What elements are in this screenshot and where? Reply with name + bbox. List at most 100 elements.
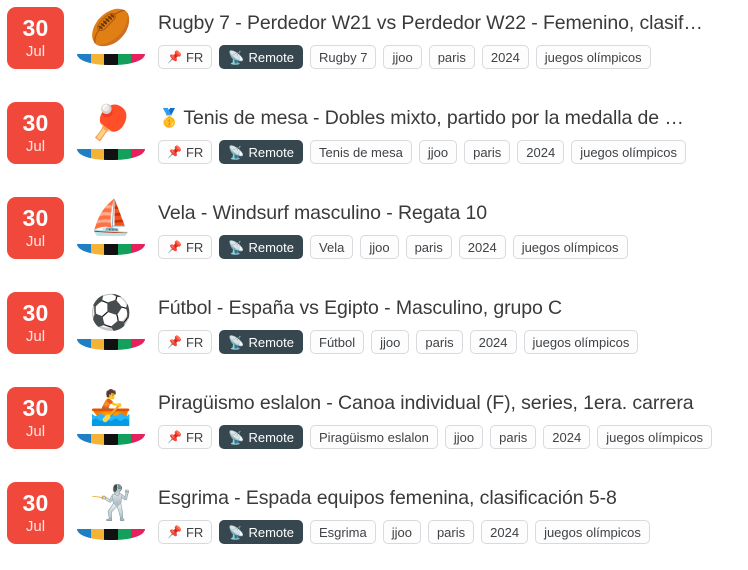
event-main: Rugby 7 - Perdedor W21 vs Perdedor W22 -… — [158, 6, 748, 69]
tag-remote[interactable]: 📡 Remote — [219, 425, 304, 449]
tag-country-label: FR — [185, 334, 204, 350]
date-day: 30 — [22, 300, 49, 326]
date-month: Jul — [25, 423, 46, 440]
pushpin-icon: 📌 — [167, 525, 182, 539]
olympic-bar-green — [117, 434, 132, 445]
tag-remote[interactable]: 📡 Remote — [219, 520, 304, 544]
tag-sport[interactable]: Tenis de mesa — [310, 140, 412, 164]
event-tag-strip: 📌 FR 📡 Remote Rugby 7 jjoo paris 2024 juegos … — [158, 45, 744, 69]
tag-keyword[interactable]: paris — [428, 45, 475, 69]
olympic-bar-red — [131, 434, 145, 445]
tag-country-label: FR — [185, 524, 204, 540]
sport-icon-cell: 🤺 — [64, 481, 158, 540]
tag-remote[interactable]: 📡 Remote — [219, 140, 304, 164]
event-list-item[interactable]: 30 Jul 🤺 Esgrima - Espada equipos femeni… — [0, 475, 748, 570]
tag-remote[interactable]: 📡 Remote — [219, 235, 304, 259]
olympic-bar-black — [104, 54, 118, 65]
olympic-bar-green — [117, 339, 132, 350]
sport-icon-cell: 🏉 — [64, 6, 158, 65]
rugby-ball-icon: 🏉 — [89, 9, 133, 47]
tag-keyword[interactable]: 2024 — [481, 45, 529, 69]
olympic-bar-green — [117, 529, 132, 540]
tag-country[interactable]: 📌 FR — [158, 425, 213, 449]
tag-remote-label: Remote — [248, 524, 295, 540]
tag-remote-label: Remote — [248, 429, 295, 445]
tag-sport[interactable]: Rugby 7 — [310, 45, 377, 69]
event-list-item[interactable]: 30 Jul 🏓 🥇 Tenis de mesa - Dobles mixto, … — [0, 95, 748, 190]
olympic-bar-black — [104, 244, 118, 255]
tag-sport[interactable]: Esgrima — [310, 520, 376, 544]
tag-remote-label: Remote — [248, 239, 295, 255]
tag-keyword[interactable]: 2024 — [458, 235, 506, 259]
event-list-item[interactable]: 30 Jul 🏉 Rugby 7 - Perdedor W21 vs Perde… — [0, 0, 748, 95]
tag-keyword[interactable]: paris — [490, 425, 537, 449]
tag-remote-label: Remote — [248, 49, 295, 65]
tag-keyword[interactable]: paris — [416, 330, 463, 354]
tag-sport[interactable]: Piragüismo eslalon — [310, 425, 438, 449]
tag-country[interactable]: 📌 FR — [158, 235, 213, 259]
olympic-bar-yellow — [90, 339, 105, 350]
event-tag-strip: 📌 FR 📡 Remote Tenis de mesa jjoo paris 2024 j… — [158, 140, 744, 164]
tag-keyword[interactable]: jjoo — [360, 235, 399, 259]
sport-icon-cell: 🏓 — [64, 101, 158, 160]
olympic-color-bar-icon — [77, 434, 145, 445]
tag-country[interactable]: 📌 FR — [158, 45, 213, 69]
tag-country[interactable]: 📌 FR — [158, 330, 213, 354]
pushpin-icon: 📌 — [167, 240, 182, 254]
olympic-color-bar-icon — [77, 54, 145, 65]
event-title[interactable]: Fútbol - España vs Egipto - Masculino, g… — [158, 295, 744, 321]
event-main: 🥇 Tenis de mesa - Dobles mixto, partido p… — [158, 101, 748, 164]
event-list-item[interactable]: 30 Jul ⚽ Fútbol - España vs Egipto - Mas… — [0, 285, 748, 380]
tag-sport[interactable]: Vela — [310, 235, 354, 259]
tag-keyword[interactable]: 2024 — [543, 425, 591, 449]
satellite-antenna-icon: 📡 — [228, 239, 245, 255]
event-main: Esgrima - Espada equipos femenina, clasi… — [158, 481, 748, 544]
satellite-antenna-icon: 📡 — [228, 524, 245, 540]
date-badge: 30 Jul — [7, 292, 64, 354]
event-list-item[interactable]: 30 Jul ⛵ Vela - Windsurf masculino - Reg… — [0, 190, 748, 285]
date-badge: 30 Jul — [7, 102, 64, 164]
tag-keyword[interactable]: jjoo — [418, 140, 458, 164]
tag-keyword[interactable]: paris — [405, 235, 452, 259]
tag-keyword[interactable]: juegos olímpicos — [597, 425, 713, 449]
tag-keyword[interactable]: juegos olímpicos — [535, 45, 651, 69]
tag-keyword[interactable]: juegos olímpicos — [535, 520, 650, 544]
olympic-bar-yellow — [90, 434, 105, 445]
tag-keyword[interactable]: jjoo — [444, 425, 484, 449]
tag-country[interactable]: 📌 FR — [158, 520, 213, 544]
satellite-antenna-icon: 📡 — [228, 144, 245, 160]
satellite-antenna-icon: 📡 — [228, 49, 245, 65]
ping-pong-paddle-icon: 🏓 — [89, 104, 133, 142]
tag-keyword[interactable]: jjoo — [371, 330, 410, 354]
tag-keyword[interactable]: 2024 — [481, 520, 529, 544]
event-title[interactable]: Vela - Windsurf masculino - Regata 10 — [158, 200, 744, 226]
pushpin-icon: 📌 — [167, 145, 182, 159]
tag-keyword[interactable]: juegos olímpicos — [512, 235, 628, 259]
sport-icon-cell: 🚣 — [64, 386, 158, 445]
tag-sport[interactable]: Fútbol — [310, 330, 365, 354]
tag-keyword[interactable]: jjoo — [382, 520, 421, 544]
pushpin-icon: 📌 — [167, 335, 182, 349]
tag-keyword[interactable]: paris — [464, 140, 511, 164]
event-title[interactable]: Esgrima - Espada equipos femenina, clasi… — [158, 485, 744, 511]
event-list-item[interactable]: 30 Jul 🚣 Piragüismo eslalon - Canoa indi… — [0, 380, 748, 475]
event-title[interactable]: 🥇 Tenis de mesa - Dobles mixto, partido p… — [158, 105, 744, 131]
tag-keyword[interactable]: juegos olímpicos — [523, 330, 639, 354]
tag-keyword[interactable]: 2024 — [469, 330, 517, 354]
tag-keyword[interactable]: juegos olímpicos — [571, 140, 687, 164]
tag-country[interactable]: 📌 FR — [158, 140, 213, 164]
tag-keyword[interactable]: paris — [427, 520, 475, 544]
date-day: 30 — [22, 15, 49, 41]
tag-keyword[interactable]: 2024 — [517, 140, 565, 164]
tag-keyword[interactable]: jjoo — [383, 45, 422, 69]
date-month: Jul — [25, 43, 46, 60]
olympic-bar-red — [131, 54, 145, 65]
event-main: Piragüismo eslalon - Canoa individual (F… — [158, 386, 748, 449]
event-title[interactable]: Rugby 7 - Perdedor W21 vs Perdedor W22 -… — [158, 10, 744, 36]
tag-remote-label: Remote — [248, 334, 295, 350]
date-badge: 30 Jul — [7, 7, 64, 69]
olympic-bar-green — [117, 149, 132, 160]
event-title[interactable]: Piragüismo eslalon - Canoa individual (F… — [158, 390, 744, 416]
tag-remote[interactable]: 📡 Remote — [219, 330, 304, 354]
tag-remote[interactable]: 📡 Remote — [219, 45, 304, 69]
